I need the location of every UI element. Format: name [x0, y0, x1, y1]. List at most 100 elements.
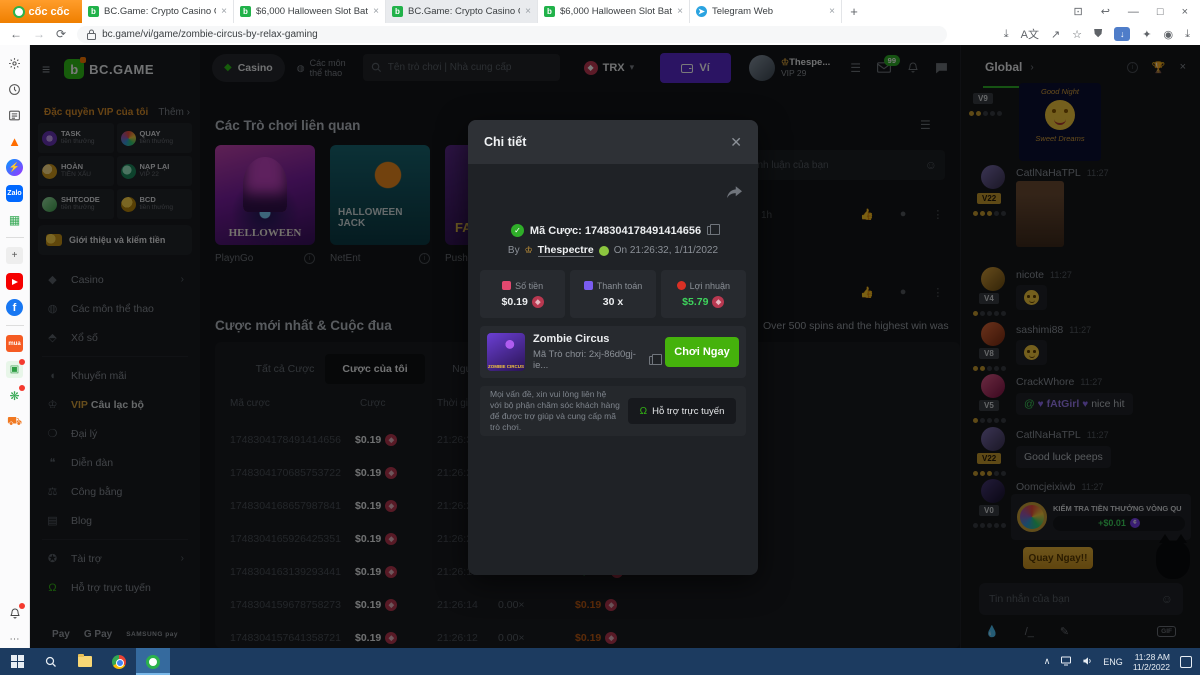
window-maximize-button[interactable]: □ [1157, 6, 1164, 18]
coccoc-brand[interactable]: cốc cốc [0, 0, 82, 23]
add-shortcut-button[interactable]: + [6, 247, 23, 264]
action-center-icon[interactable] [1180, 656, 1192, 668]
share-icon[interactable] [727, 186, 742, 204]
messenger-icon[interactable]: ⚡ [6, 159, 23, 176]
cart-icon[interactable]: ⛟ [6, 413, 23, 430]
bookmark-star-icon[interactable]: ☆ [1072, 28, 1082, 41]
settings-gear-icon[interactable] [6, 55, 23, 72]
tab-close-icon[interactable]: × [373, 6, 379, 17]
share-icon[interactable]: ↗ [1051, 28, 1060, 41]
youtube-icon[interactable] [6, 273, 23, 290]
coccoc-logo-icon [13, 6, 25, 18]
tab-close-icon[interactable]: × [829, 6, 835, 17]
browser-tab-5[interactable]: ➤Telegram Web× [690, 0, 842, 23]
save-page-icon[interactable]: ⤓ [1004, 28, 1009, 41]
url-field[interactable]: bc.game/vi/game/zombie-circus-by-relax-g… [77, 26, 947, 43]
window-minimize-button[interactable]: — [1128, 6, 1139, 18]
volume-icon[interactable] [1082, 656, 1093, 668]
headset-icon: Ω [640, 406, 647, 417]
sidebar-divider [6, 325, 24, 326]
new-tab-button[interactable]: + [842, 0, 866, 23]
tab-close-icon[interactable]: × [677, 6, 683, 17]
downloads-tray-icon[interactable]: ⤓ [1185, 28, 1190, 41]
window-close-button[interactable]: × [1182, 6, 1188, 18]
tab-title: $6,000 Halloween Slot Battle [256, 6, 368, 17]
download-active-button[interactable]: ↓ [1114, 27, 1130, 41]
back-button[interactable]: ← [10, 27, 22, 41]
bcgame-favicon: b [88, 6, 99, 17]
bet-stats: Số tiền$0.19◆ Thanh toán30 x Lợi nhuận$5… [480, 270, 746, 318]
start-button[interactable] [0, 648, 34, 675]
support-note: Mọi vấn đề, xin vui lòng liên hệ với bộ … [480, 386, 746, 436]
lock-icon [87, 29, 96, 40]
sidebar-more-icon[interactable]: ⋯ [6, 631, 23, 648]
tab-overview-icon[interactable]: ↩ [1101, 5, 1110, 18]
shopping-app-icon[interactable]: mua [6, 335, 23, 352]
gift-icon[interactable]: ▣ [6, 361, 23, 378]
stat-amount: Số tiền$0.19◆ [480, 270, 565, 318]
history-icon[interactable] [6, 81, 23, 98]
tab-title: $6,000 Halloween Slot Battle [560, 6, 672, 17]
screen: { "browser": { "brand": "cốc cốc", "tabs… [0, 0, 1200, 675]
modal-header: Chi tiết ✕ [468, 120, 758, 164]
frog-emoji [599, 246, 609, 256]
live-support-button[interactable]: ΩHỗ trợ trực tuyến [628, 398, 736, 424]
network-icon[interactable] [1060, 656, 1072, 668]
copy-icon[interactable] [649, 356, 657, 365]
card-icon [584, 281, 593, 290]
browser-tab-1[interactable]: bBC.Game: Crypto Casino Gan× [82, 0, 234, 23]
bet-details-modal: Chi tiết ✕ ✓ Mã Cược: 174830417849141465… [468, 120, 758, 575]
tab-close-icon[interactable]: × [525, 6, 531, 17]
tab-title: BC.Game: Crypto Casino Gan [408, 6, 520, 17]
browser-tab-4[interactable]: b $6,000 Halloween Slot Battle × [538, 0, 690, 23]
address-bar: ← → ⟳ bc.game/vi/game/zombie-circus-by-r… [0, 23, 1200, 45]
copy-icon[interactable] [707, 226, 715, 235]
play-now-button[interactable]: Chơi Ngay [665, 337, 739, 367]
profile-icon[interactable]: ◉ [1164, 28, 1174, 41]
sidebar-divider [6, 237, 24, 238]
browser-tab-2[interactable]: b$6,000 Halloween Slot Battle× [234, 0, 386, 23]
hot-trends-icon[interactable]: ▲ [6, 133, 23, 150]
rewards-icon[interactable]: ❋ [6, 387, 23, 404]
tab-search-icon[interactable]: ⊡ [1073, 5, 1082, 18]
browser-sidebar: ▲ ⚡ Zalo ▦ + f mua ▣ ❋ ⛟ ⋯ [0, 45, 30, 648]
profit-icon [677, 281, 686, 290]
crown-icon: ♔ [525, 245, 533, 256]
zalo-icon[interactable]: Zalo [6, 185, 23, 202]
bcgame-favicon: b [392, 6, 403, 17]
zombie-circus-thumbnail[interactable]: ZOMBIE CIRCUS [487, 333, 525, 371]
file-explorer-icon[interactable] [68, 648, 102, 675]
forward-button[interactable]: → [33, 27, 45, 41]
games-icon[interactable]: ▦ [6, 211, 23, 228]
facebook-icon[interactable]: f [6, 299, 23, 316]
brand-label: cốc cốc [29, 6, 70, 18]
translate-icon[interactable]: A文 [1021, 26, 1039, 42]
language-indicator[interactable]: ENG [1103, 657, 1123, 667]
notifications-bell-icon[interactable] [6, 605, 23, 622]
adblock-shield-icon[interactable]: ⛊ [1094, 28, 1102, 41]
bet-id-text: Mã Cược: 1748304178491414656 [530, 225, 701, 237]
game-row: ZOMBIE CIRCUS Zombie Circus Mã Trò chơi:… [480, 326, 746, 378]
hidden-icons-chevron[interactable]: ∧ [1044, 656, 1051, 667]
coccoc-taskbar-icon[interactable] [136, 648, 170, 675]
tab-close-icon[interactable]: × [221, 6, 227, 17]
support-note-text: Mọi vấn đề, xin vui lòng liên hệ với bộ … [490, 389, 620, 433]
cash-icon [502, 281, 511, 290]
stat-profit: Lợi nhuận$5.79◆ [661, 270, 746, 318]
url-text: bc.game/vi/game/zombie-circus-by-relax-g… [102, 29, 318, 40]
tab-strip: cốc cốc b BC.Game: Crypto Casino Gan × b $6… [0, 0, 1200, 23]
browser-chrome: cốc cốc b BC.Game: Crypto Casino Gan × b $6… [0, 0, 1200, 45]
bet-datetime: On 21:26:32, 1/11/2022 [614, 245, 718, 256]
reading-list-icon[interactable] [6, 107, 23, 124]
bettor-username[interactable]: Thespectre [538, 244, 594, 257]
taskbar-clock[interactable]: 11:28 AM11/2/2022 [1133, 652, 1170, 672]
browser-tab-3-active[interactable]: b BC.Game: Crypto Casino Gan × [386, 0, 538, 23]
telegram-favicon: ➤ [696, 6, 707, 17]
taskbar-search-icon[interactable] [34, 648, 68, 675]
bcgame-favicon: b [544, 6, 555, 17]
reload-button[interactable]: ⟳ [56, 27, 66, 41]
modal-close-icon[interactable]: ✕ [730, 134, 742, 151]
extensions-icon[interactable]: ✦ [1142, 28, 1151, 41]
chrome-taskbar-icon[interactable] [102, 648, 136, 675]
stat-payout: Thanh toán30 x [570, 270, 655, 318]
